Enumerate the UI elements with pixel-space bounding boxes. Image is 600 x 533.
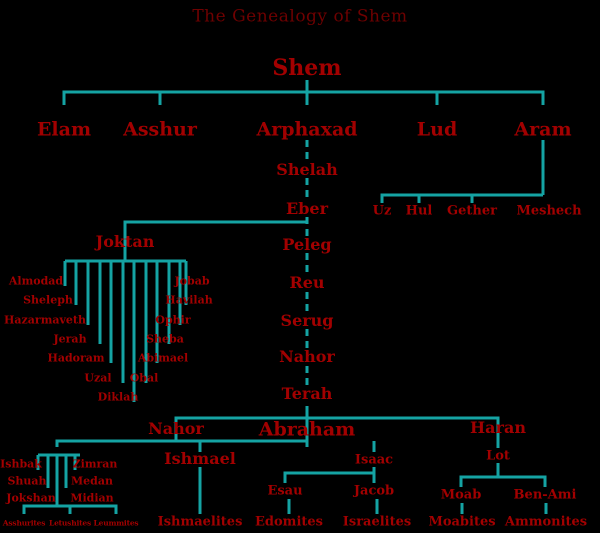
- node-moabites: Moabites: [428, 514, 496, 530]
- node-midian: Midian: [70, 491, 114, 505]
- node-zimran: Zimran: [72, 457, 118, 471]
- node-hazarmaveth: Hazarmaveth: [4, 313, 86, 327]
- node-ishmael: Ishmael: [164, 449, 236, 468]
- node-nahor2: Nahor: [148, 419, 204, 438]
- node-asshur: Asshur: [123, 118, 197, 141]
- node-letushites: Letushites: [49, 518, 91, 528]
- node-hul: Hul: [405, 203, 433, 219]
- node-edomites: Edomites: [255, 514, 323, 530]
- node-lud: Lud: [416, 118, 458, 141]
- node-abimael: Abimael: [137, 351, 189, 365]
- node-hadoram: Hadoram: [47, 351, 105, 365]
- dashed-connectors: [305, 140, 500, 448]
- node-serug: Serug: [280, 311, 334, 330]
- node-aram: Aram: [514, 118, 572, 141]
- node-sheleph: Sheleph: [23, 293, 73, 307]
- node-obal: Obal: [129, 371, 159, 385]
- node-ammonites: Ammonites: [504, 514, 588, 530]
- node-elam: Elam: [36, 118, 92, 141]
- page-title: The Genealogy of Shem: [192, 6, 408, 27]
- node-israelites: Israelites: [342, 514, 412, 530]
- connector-path: [55, 439, 309, 447]
- node-shuah: Shuah: [7, 474, 47, 488]
- connector-path: [283, 471, 376, 483]
- node-medan: Medan: [71, 474, 113, 488]
- node-reu: Reu: [289, 273, 325, 292]
- node-diklah: Diklah: [97, 390, 139, 404]
- node-jacob: Jacob: [353, 483, 395, 499]
- node-lot: Lot: [486, 448, 510, 464]
- node-esau: Esau: [267, 483, 303, 499]
- node-isaac: Isaac: [354, 452, 394, 468]
- connector-path: [380, 193, 543, 203]
- node-meshech: Meshech: [516, 203, 582, 219]
- node-jobab: Jobab: [174, 274, 210, 288]
- genealogy-chart: The Genealogy of Shem Shem Elam Asshur Arph…: [0, 0, 600, 533]
- node-eber: Eber: [286, 199, 328, 218]
- node-asshurites: Asshurites: [2, 518, 46, 528]
- node-shem: Shem: [272, 55, 342, 81]
- node-havilah: Havilah: [165, 293, 213, 307]
- node-jerah: Jerah: [53, 332, 87, 346]
- node-arphaxad: Arphaxad: [256, 118, 358, 141]
- node-leummites: Leummites: [93, 518, 139, 528]
- node-benami: Ben-Ami: [513, 487, 577, 503]
- node-haran: Haran: [470, 418, 526, 437]
- node-terah: Terah: [281, 384, 333, 403]
- node-ishbak: Ishbak: [0, 457, 42, 471]
- node-jokshan: Jokshan: [6, 491, 56, 505]
- node-almodad: Almodad: [8, 274, 64, 288]
- node-abraham: Abraham: [258, 418, 356, 441]
- node-ophir: Ophir: [155, 313, 191, 327]
- node-gether: Gether: [447, 203, 497, 219]
- node-uzal: Uzal: [84, 371, 112, 385]
- connector-path: [62, 90, 545, 105]
- node-uz: Uz: [372, 203, 392, 219]
- node-peleg: Peleg: [282, 235, 332, 254]
- node-nahor1: Nahor: [279, 347, 335, 366]
- node-moab: Moab: [440, 487, 482, 503]
- node-sheba: Sheba: [146, 332, 184, 346]
- node-shelah: Shelah: [276, 160, 338, 179]
- node-joktan: Joktan: [95, 232, 155, 251]
- solid-connectors: [22, 80, 548, 514]
- node-ishmaelites: Ishmaelites: [157, 514, 243, 530]
- connector-path: [459, 475, 547, 487]
